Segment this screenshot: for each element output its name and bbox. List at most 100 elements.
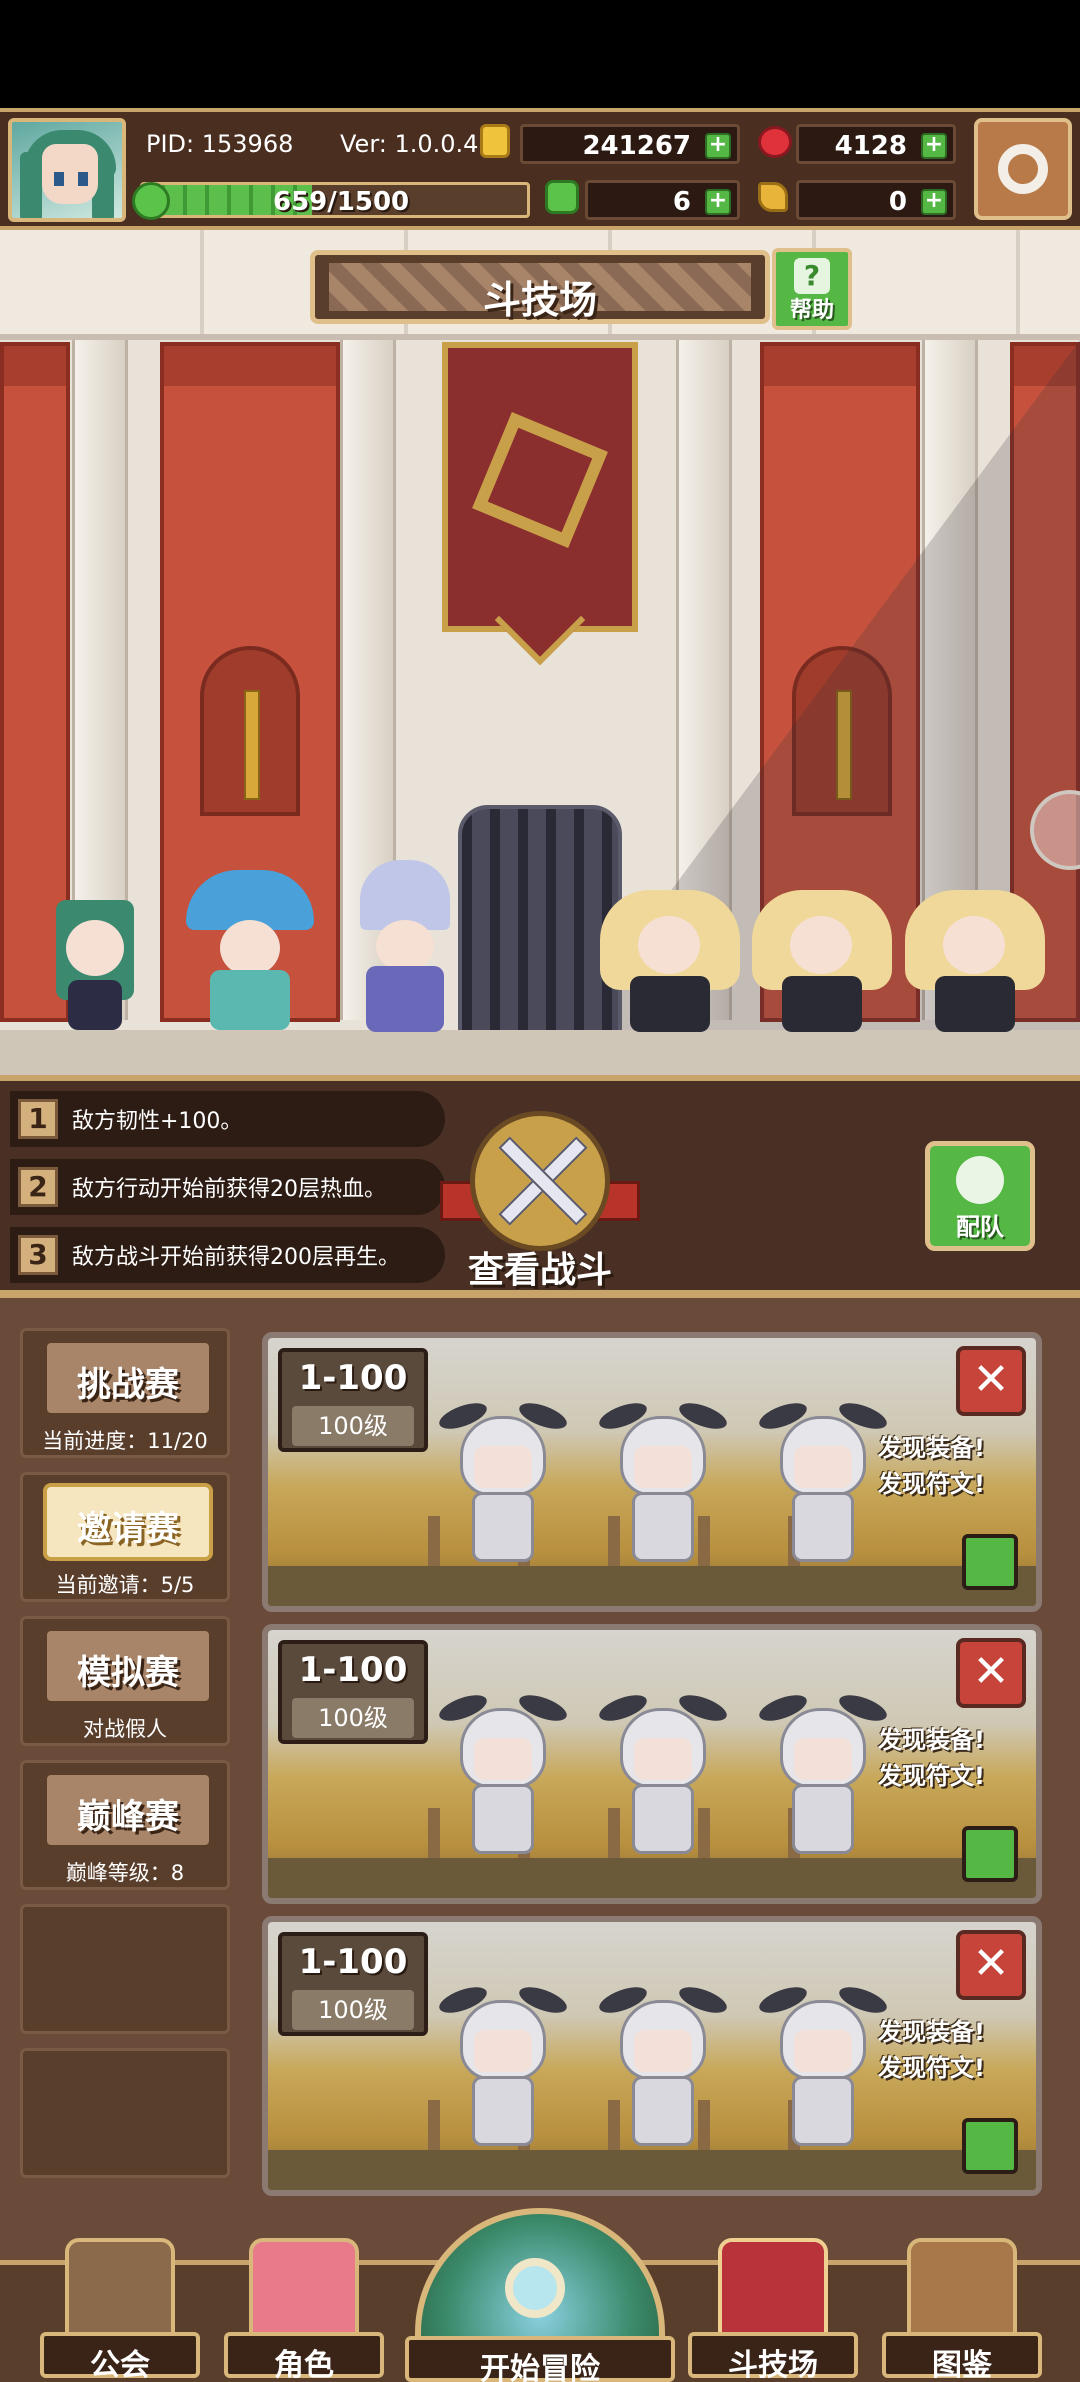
remove-opponent-button[interactable]: ✕ (956, 1638, 1026, 1708)
player-avatar[interactable] (8, 118, 126, 222)
sword-decoration-icon (244, 690, 260, 800)
key-value: 0 (888, 187, 907, 217)
remove-opponent-button[interactable]: ✕ (956, 1346, 1026, 1416)
mode-label: 挑战赛 (77, 1365, 179, 1405)
opponent-character (436, 1688, 570, 1858)
mode-label: 邀请赛 (77, 1509, 179, 1549)
add-gold-button[interactable]: + (705, 133, 731, 159)
settings-button[interactable] (974, 118, 1072, 220)
empty-mode-slot (20, 2048, 230, 2178)
nav-label: 开始冒险 (480, 2352, 600, 2382)
buff-row: 3 敌方战斗开始前获得200层再生。 (10, 1227, 445, 1283)
book-icon (907, 2238, 1017, 2338)
arena-scene: 斗技场 ? 帮助 (0, 230, 1080, 1075)
arena-banner (442, 342, 638, 666)
guild-house-icon (65, 2238, 175, 2338)
add-clover-button[interactable]: + (705, 189, 731, 215)
mode-list: 挑战赛 当前进度：11/20 邀请赛 当前邀请：5/5 模拟赛 对战假人 巅峰赛… (20, 1318, 230, 2258)
buff-number: 2 (18, 1167, 58, 1207)
challenge-icon[interactable] (962, 1826, 1018, 1882)
clover-icon (545, 180, 579, 214)
mode-label: 巅峰赛 (77, 1797, 179, 1837)
crossed-swords-icon (718, 2238, 828, 2338)
opponent-character (596, 1396, 730, 1566)
opponent-character (436, 1980, 570, 2150)
crossed-swords-icon (470, 1111, 610, 1251)
level-value: 100级 (292, 1990, 414, 2030)
top-hud: PID: 153968 Ver: 1.0.0.4 241267 + 4128 +… (0, 108, 1080, 230)
nav-label: 公会 (90, 2348, 150, 2382)
nav-guild[interactable]: 公会 (40, 2238, 200, 2382)
gem-value: 4128 (834, 131, 907, 161)
buff-number: 3 (18, 1235, 58, 1275)
found-rune-text: 发现符文! (878, 1762, 985, 1790)
opponent-character (596, 1980, 730, 2150)
key-icon (758, 182, 788, 212)
buff-text: 敌方行动开始前获得20层热血。 (72, 1177, 386, 1202)
add-key-button[interactable]: + (921, 189, 947, 215)
remove-opponent-button[interactable]: ✕ (956, 1930, 1026, 2000)
team-label: 配队 (956, 1213, 1004, 1241)
ruby-gem-icon (758, 126, 792, 158)
level-tag: 1-100 100级 (278, 1348, 428, 1452)
start-adventure-button[interactable]: 开始冒险 (405, 2208, 675, 2382)
help-label: 帮助 (789, 298, 834, 323)
opponent-character (596, 1688, 730, 1858)
buff-row: 1 敌方韧性+100。 (10, 1091, 445, 1147)
character-portrait-icon (249, 2238, 359, 2338)
found-equipment-text: 发现装备! (878, 1726, 985, 1754)
team-icon (956, 1156, 1004, 1204)
clover-counter: 6 + (585, 180, 740, 220)
opponent-card[interactable]: 1-100 100级 发现装备! 发现符文! ✕ (262, 1916, 1042, 2196)
arena-title-banner: 斗技场 (310, 250, 770, 324)
found-rune-text: 发现符文! (878, 2054, 985, 2082)
enemy-character (905, 890, 1045, 1035)
mode-invitational: 邀请赛 当前邀请：5/5 (20, 1472, 230, 1602)
level-range: 1-100 (298, 1358, 408, 1398)
opponent-character (756, 1396, 890, 1566)
opponent-card[interactable]: 1-100 100级 发现装备! 发现符文! ✕ (262, 1332, 1042, 1612)
opponent-character (756, 1980, 890, 2150)
challenge-icon[interactable] (962, 2118, 1018, 2174)
level-range: 1-100 (298, 1650, 408, 1690)
help-button[interactable]: ? 帮助 (772, 248, 852, 330)
stamina-clover-icon (132, 182, 170, 220)
enemy-character (752, 890, 892, 1035)
nav-label: 图鉴 (932, 2348, 992, 2382)
game-version: Ver: 1.0.0.4 (340, 130, 479, 158)
nav-codex[interactable]: 图鉴 (882, 2238, 1042, 2382)
team-setup-button[interactable]: 配队 (925, 1141, 1035, 1251)
mode-progress: 当前进度：11/20 (42, 1429, 208, 1453)
nav-label: 斗技场 (728, 2348, 818, 2382)
opponent-character (436, 1396, 570, 1566)
stamina-bar: 659/1500 (140, 182, 530, 218)
magnifier-icon (505, 2258, 565, 2318)
gem-counter: 4128 + (796, 124, 956, 164)
nav-arena[interactable]: 斗技场 (688, 2238, 858, 2382)
invitational-mode-button[interactable]: 邀请赛 (43, 1483, 213, 1561)
buff-number: 1 (18, 1099, 58, 1139)
empty-mode-slot (20, 1904, 230, 2034)
challenge-mode-button[interactable]: 挑战赛 (43, 1339, 213, 1417)
level-value: 100级 (292, 1698, 414, 1738)
view-battle-button[interactable]: 查看战斗 (440, 1111, 640, 1301)
mode-description: 对战假人 (83, 1717, 167, 1741)
gold-value: 241267 (582, 131, 691, 161)
challenge-icon[interactable] (962, 1534, 1018, 1590)
key-counter: 0 + (796, 180, 956, 220)
level-range: 1-100 (298, 1942, 408, 1982)
peak-mode-button[interactable]: 巅峰赛 (43, 1771, 213, 1849)
mode-progress: 巅峰等级：8 (65, 1861, 185, 1885)
mode-label: 模拟赛 (77, 1653, 179, 1693)
opponent-character (756, 1688, 890, 1858)
battle-info-bar: 1 敌方韧性+100。 2 敌方行动开始前获得20层热血。 3 敌方战斗开始前获… (0, 1075, 1080, 1291)
gold-counter: 241267 + (520, 124, 740, 164)
mode-simulation: 模拟赛 对战假人 (20, 1616, 230, 1746)
stamina-value: 659/1500 (273, 187, 410, 217)
ally-character (40, 890, 150, 1030)
add-gem-button[interactable]: + (921, 133, 947, 159)
mode-peak: 巅峰赛 巅峰等级：8 (20, 1760, 230, 1890)
nav-character[interactable]: 角色 (224, 2238, 384, 2382)
opponent-card[interactable]: 1-100 100级 发现装备! 发现符文! ✕ (262, 1624, 1042, 1904)
simulation-mode-button[interactable]: 模拟赛 (43, 1627, 213, 1705)
